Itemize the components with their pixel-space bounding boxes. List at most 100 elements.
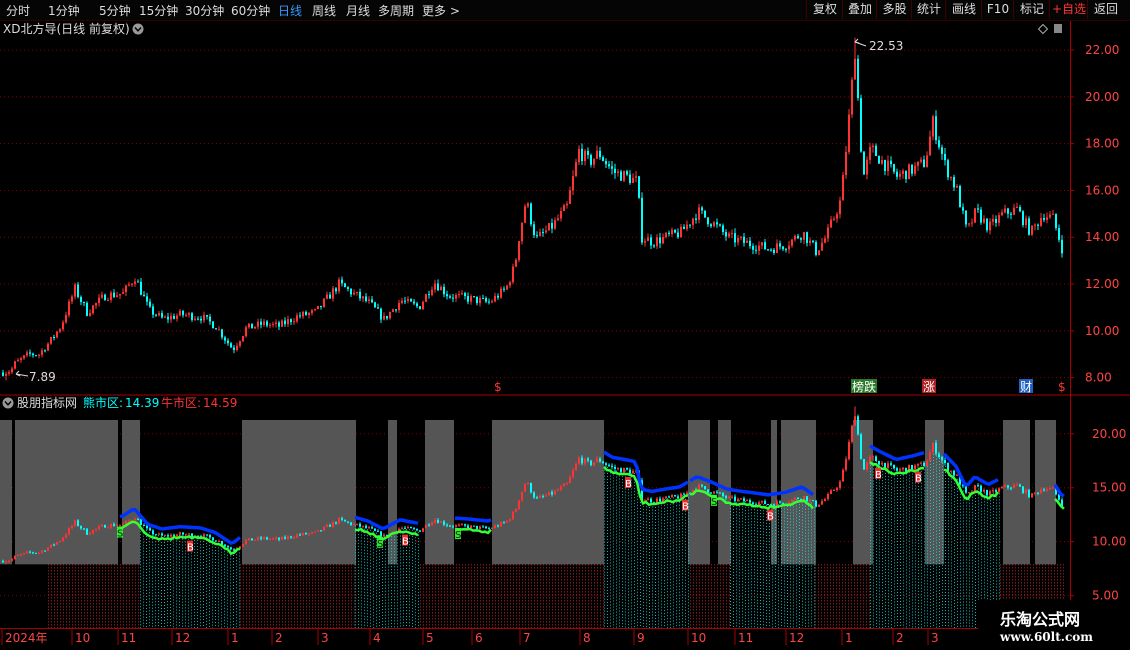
price-candle-body xyxy=(365,296,367,301)
price-candle-body xyxy=(137,281,139,283)
price-candle-body xyxy=(203,315,205,321)
price-candle-body xyxy=(446,294,448,297)
dividend-marker[interactable]: $ xyxy=(494,380,502,394)
price-candle-body xyxy=(281,320,283,327)
price-candle-body xyxy=(356,291,358,293)
price-candle-body xyxy=(935,116,937,141)
price-candle-body xyxy=(269,324,271,326)
indicator-candle-body xyxy=(917,463,919,466)
indicator-candle-body xyxy=(332,522,334,527)
main-y-tick-label: 10.00 xyxy=(1085,324,1119,338)
indicator-candle-body xyxy=(434,519,436,523)
indicator-candle-body xyxy=(464,524,466,526)
indicator-candle-body xyxy=(419,530,421,532)
indicator-candle-body xyxy=(752,502,754,505)
indicator-candle-body xyxy=(581,457,583,464)
indicator-candle-body xyxy=(533,492,535,498)
price-candle-body xyxy=(311,310,313,313)
indicator-candle-body xyxy=(44,550,46,552)
price-candle-body xyxy=(116,295,118,298)
max-price-label: 22.53 xyxy=(869,39,903,53)
indicator-candle-body xyxy=(473,525,475,527)
price-candle-body xyxy=(866,159,868,175)
price-candle-body xyxy=(998,215,1000,223)
indicator-candle-body xyxy=(170,534,172,537)
indicator-candle-body xyxy=(1049,488,1051,490)
indicator-candle-body xyxy=(407,526,409,528)
price-candle-body xyxy=(911,164,913,174)
dividend-marker-2[interactable]: $ xyxy=(1058,380,1066,394)
price-candle-body xyxy=(842,175,844,201)
indicator-name[interactable]: 股朋指标网 xyxy=(17,395,77,410)
signal-marker: S xyxy=(711,497,717,508)
price-candle-body xyxy=(542,232,544,234)
main-y-tick-label: 14.00 xyxy=(1085,230,1119,244)
indicator-candle-body xyxy=(224,544,226,547)
price-candle-body xyxy=(812,240,814,243)
indicator-candle-body xyxy=(488,528,490,530)
indicator-candle-body xyxy=(944,460,946,463)
price-candle-body xyxy=(443,286,445,295)
price-candle-body xyxy=(638,176,640,198)
indicator-candle-body xyxy=(608,464,610,466)
indicator-candle-body xyxy=(806,496,808,502)
price-candle-body xyxy=(1040,218,1042,226)
price-candle-body xyxy=(557,218,559,221)
price-candle-body xyxy=(275,322,277,324)
indicator-candle-body xyxy=(560,486,562,490)
indicator-candle-body xyxy=(206,534,208,536)
price-candle-body xyxy=(887,160,889,172)
indicator-candle-body xyxy=(797,497,799,499)
rise-marker[interactable]: 涨 xyxy=(923,379,935,394)
indicator-candle-body xyxy=(779,501,781,503)
finance-marker[interactable]: 财 xyxy=(1020,380,1032,394)
price-candle-body xyxy=(167,316,169,320)
indicator-candle-body xyxy=(761,500,763,503)
price-candle-body xyxy=(1016,207,1018,209)
indicator-candle-body xyxy=(161,533,163,536)
indicator-candle-body xyxy=(554,490,556,495)
price-candle-body xyxy=(236,345,238,350)
signal-marker: S xyxy=(377,539,383,550)
indicator-dropdown-icon[interactable] xyxy=(2,397,14,409)
price-candle-body xyxy=(335,288,337,292)
indicator-candle-body xyxy=(764,500,766,505)
indicator-candle-body xyxy=(467,525,469,529)
indicator-candle-body xyxy=(443,521,445,525)
indicator-candle-body xyxy=(812,500,814,502)
indicator-candle-body xyxy=(851,425,853,442)
indicator-candle-body xyxy=(548,491,550,496)
price-candle-body xyxy=(422,301,424,310)
indicator-candle-body xyxy=(143,525,145,527)
indicator-candle-body xyxy=(149,528,151,531)
price-candle-body xyxy=(473,296,475,298)
indicator-candle-body xyxy=(836,487,838,490)
indicator-candle-body xyxy=(248,538,250,541)
price-candle-body xyxy=(992,218,994,222)
price-candle-body xyxy=(923,159,925,168)
indicator-candle-body xyxy=(362,525,364,527)
indicator-candle-body xyxy=(605,463,607,465)
title-dropdown-icon[interactable] xyxy=(132,23,144,35)
indicator-candle-body xyxy=(284,536,286,539)
price-candle-body xyxy=(476,296,478,304)
price-candle-body xyxy=(509,282,511,286)
price-candle-body xyxy=(146,296,148,302)
expand-icon[interactable] xyxy=(1054,24,1062,33)
indicator-candle-body xyxy=(746,500,748,502)
price-candle-body xyxy=(716,222,718,225)
price-candle-body xyxy=(419,306,421,310)
price-candle-body xyxy=(185,314,187,316)
indicator-candle-body xyxy=(296,534,298,538)
bear-zone-rect xyxy=(425,420,454,565)
price-candle-body xyxy=(668,232,670,235)
price-candle-body xyxy=(131,283,133,285)
indicator-candle-body xyxy=(146,525,148,529)
indicator-candle-body xyxy=(218,541,220,543)
price-candle-body xyxy=(989,221,991,231)
rank-marker[interactable]: 榜跌 xyxy=(852,379,876,394)
indicator-candle-body xyxy=(329,524,331,527)
price-candle-body xyxy=(947,160,949,178)
price-candle-body xyxy=(503,288,505,290)
chart-canvas: SB S BSBB SBB B 22.0020.0018.0016.0014.0012.… xyxy=(0,21,1130,650)
